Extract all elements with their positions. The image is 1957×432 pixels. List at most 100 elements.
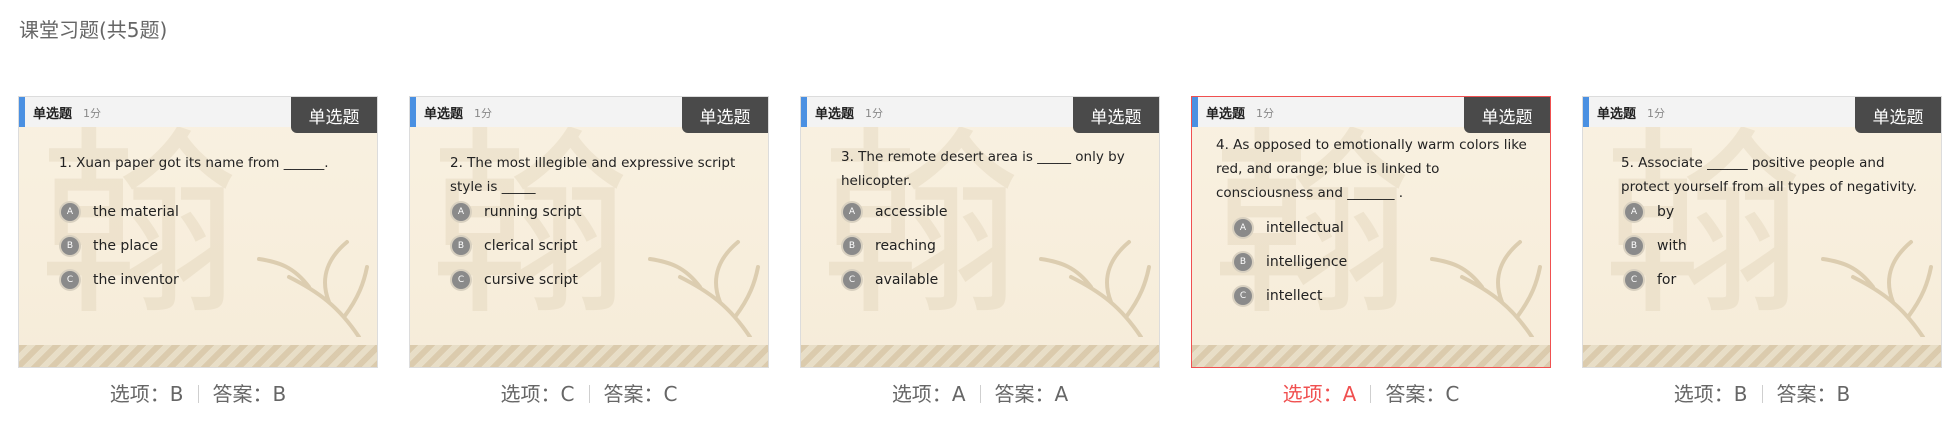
- exercise-card[interactable]: 翰 单选题 1分 单选题 4. As opposed to emotionall…: [1191, 96, 1551, 368]
- question-type-badge: 单选题: [1464, 97, 1550, 133]
- option-letter: B: [843, 237, 861, 255]
- options-list: A the material B the place C the invento…: [61, 195, 179, 297]
- selected-choice: 选项：A: [891, 382, 966, 406]
- question-type: 单选题: [815, 107, 855, 122]
- options-list: A intellectual B intelligence C intellec…: [1234, 211, 1347, 313]
- decorative-border: [19, 345, 377, 367]
- option-letter: B: [1234, 253, 1252, 271]
- option-text: the place: [93, 238, 159, 254]
- exercise-card[interactable]: 翰 单选题 1分 单选题 5. Associate ______ positiv…: [1582, 96, 1942, 368]
- option-text: running script: [484, 204, 582, 220]
- divider: [197, 385, 199, 403]
- result-line: 选项：C 答案：C: [409, 378, 769, 407]
- divider: [979, 385, 981, 403]
- correct-answer: 答案：C: [603, 382, 678, 406]
- question-text: 3. The remote desert area is _____ only …: [841, 149, 1125, 189]
- options-list: A running script B clerical script C cur…: [452, 195, 582, 297]
- correct-answer: 答案：A: [994, 382, 1069, 406]
- question-text: 2. The most illegible and expressive scr…: [450, 155, 736, 195]
- option-text: intellect: [1266, 288, 1323, 304]
- option-text: clerical script: [484, 238, 578, 254]
- option-b[interactable]: B clerical script: [452, 229, 582, 263]
- option-b[interactable]: B intelligence: [1234, 245, 1347, 279]
- question-type: 单选题: [1597, 107, 1637, 122]
- plum-branch-decoration: [257, 240, 369, 337]
- question-type-badge: 单选题: [1855, 97, 1941, 133]
- decorative-border: [801, 345, 1159, 367]
- decorative-border: [410, 345, 768, 367]
- option-a[interactable]: A intellectual: [1234, 211, 1347, 245]
- decorative-border: [1192, 345, 1550, 367]
- option-text: accessible: [875, 204, 948, 220]
- option-text: cursive script: [484, 272, 578, 288]
- option-letter: C: [1625, 271, 1643, 289]
- option-letter: B: [61, 237, 79, 255]
- option-text: reaching: [875, 238, 936, 254]
- option-c[interactable]: C intellect: [1234, 279, 1347, 313]
- option-c[interactable]: C for: [1625, 263, 1687, 297]
- question-type: 单选题: [424, 107, 464, 122]
- option-text: with: [1657, 238, 1687, 254]
- correct-answer: 答案：B: [1776, 382, 1851, 406]
- option-a[interactable]: A the material: [61, 195, 179, 229]
- question-score: 1分: [1647, 107, 1665, 120]
- question-score: 1分: [474, 107, 492, 120]
- option-text: the material: [93, 204, 179, 220]
- exercise-item: 翰 单选题 1分 单选题 5. Associate ______ positiv…: [1582, 96, 1942, 407]
- selected-choice: 选项：B: [1673, 382, 1748, 406]
- selected-choice: 选项：A: [1282, 382, 1357, 406]
- selected-choice: 选项：B: [109, 382, 184, 406]
- options-list: A accessible B reaching C available: [843, 195, 947, 297]
- option-text: intelligence: [1266, 254, 1348, 270]
- option-letter: B: [452, 237, 470, 255]
- result-line: 选项：A 答案：C: [1191, 378, 1551, 407]
- option-letter: C: [452, 271, 470, 289]
- option-c[interactable]: C available: [843, 263, 947, 297]
- question-type-badge: 单选题: [1073, 97, 1159, 133]
- exercise-card[interactable]: 翰 单选题 1分 单选题 3. The remote desert area i…: [800, 96, 1160, 368]
- option-b[interactable]: B reaching: [843, 229, 947, 263]
- divider: [1370, 385, 1372, 403]
- exercise-item: 翰 单选题 1分 单选题 1. Xuan paper got its name …: [18, 96, 378, 407]
- question-text: 4. As opposed to emotionally warm colors…: [1216, 137, 1527, 201]
- option-letter: A: [1234, 219, 1252, 237]
- decorative-border: [1583, 345, 1941, 367]
- option-text: available: [875, 272, 939, 288]
- correct-answer: 答案：C: [1385, 382, 1460, 406]
- exercise-list: 翰 单选题 1分 单选题 1. Xuan paper got its name …: [18, 96, 1942, 407]
- option-b[interactable]: B with: [1625, 229, 1687, 263]
- exercise-card[interactable]: 翰 单选题 1分 单选题 2. The most illegible and e…: [409, 96, 769, 368]
- option-text: for: [1657, 272, 1677, 288]
- exercise-card[interactable]: 翰 单选题 1分 单选题 1. Xuan paper got its name …: [18, 96, 378, 368]
- option-letter: A: [61, 203, 79, 221]
- question-text: 5. Associate ______ positive people and …: [1621, 155, 1917, 195]
- question-score: 1分: [83, 107, 101, 120]
- exercise-item: 翰 单选题 1分 单选题 2. The most illegible and e…: [409, 96, 769, 407]
- plum-branch-decoration: [1430, 240, 1542, 337]
- option-text: by: [1657, 204, 1675, 220]
- option-text: intellectual: [1266, 220, 1344, 236]
- option-letter: C: [1234, 287, 1252, 305]
- option-a[interactable]: A by: [1625, 195, 1687, 229]
- option-letter: B: [1625, 237, 1643, 255]
- question-text: 1. Xuan paper got its name from ______.: [59, 155, 329, 171]
- option-b[interactable]: B the place: [61, 229, 179, 263]
- plum-branch-decoration: [1039, 240, 1151, 337]
- option-c[interactable]: C the inventor: [61, 263, 179, 297]
- exercise-item: 翰 单选题 1分 单选题 3. The remote desert area i…: [800, 96, 1160, 407]
- exercise-item: 翰 单选题 1分 单选题 4. As opposed to emotionall…: [1191, 96, 1551, 407]
- result-line: 选项：B 答案：B: [1582, 378, 1942, 407]
- question-type-badge: 单选题: [682, 97, 768, 133]
- option-a[interactable]: A accessible: [843, 195, 947, 229]
- result-line: 选项：B 答案：B: [18, 378, 378, 407]
- option-text: the inventor: [93, 272, 179, 288]
- page-title: 课堂习题(共5题): [19, 18, 168, 42]
- options-list: A by B with C for: [1625, 195, 1687, 297]
- option-c[interactable]: C cursive script: [452, 263, 582, 297]
- option-a[interactable]: A running script: [452, 195, 582, 229]
- question-score: 1分: [865, 107, 883, 120]
- correct-answer: 答案：B: [212, 382, 287, 406]
- option-letter: A: [1625, 203, 1643, 221]
- selected-choice: 选项：C: [500, 382, 575, 406]
- question-type: 单选题: [33, 107, 73, 122]
